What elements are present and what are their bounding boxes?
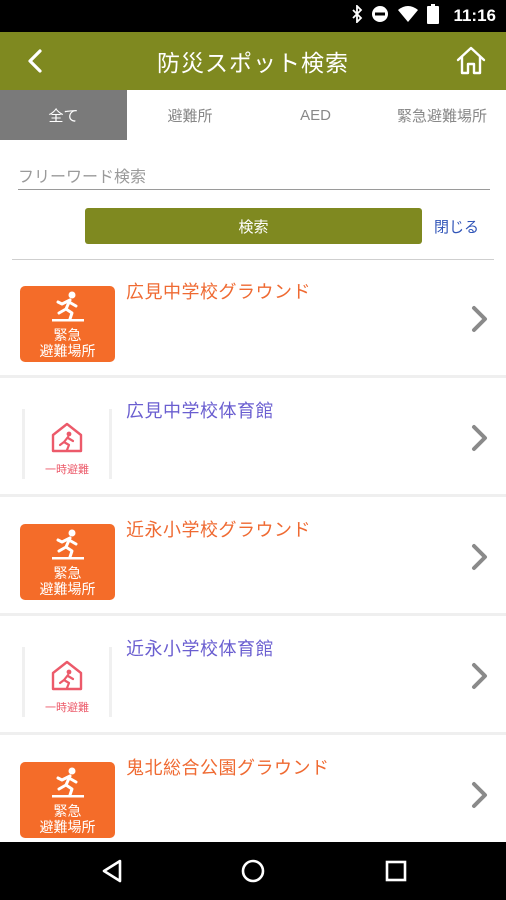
emergency-badge-line2: 避難場所 <box>39 344 96 360</box>
tab-shelter[interactable]: 避難所 <box>127 90 253 140</box>
temporary-evacuation-badge: 一時避難 <box>22 641 112 721</box>
tab-emergency-evacuation[interactable]: 緊急避難場所 <box>378 90 506 140</box>
home-button[interactable] <box>454 44 488 78</box>
status-time: 11:16 <box>453 6 496 25</box>
nav-back-icon <box>102 859 122 883</box>
system-nav-bar <box>0 842 506 900</box>
spot-name: 鬼北総合公園グラウンド <box>126 758 330 779</box>
tab-aed[interactable]: AED <box>253 90 378 140</box>
temporary-evacuation-badge: 一時避難 <box>22 403 112 483</box>
status-icons: 11:16 <box>351 0 496 32</box>
spot-list: 緊急 避難場所 広見中学校グラウンド 一時避難 広見中学校体育館 緊急 避難場所… <box>0 260 506 840</box>
app-bar: 防災スポット検索 <box>0 32 506 90</box>
chevron-right-icon <box>472 306 487 332</box>
list-item[interactable]: 一時避難 近永小学校体育館 <box>0 617 506 735</box>
spot-name: 近永小学校体育館 <box>126 639 274 660</box>
chevron-right-icon <box>472 544 487 570</box>
emergency-badge-line1: 緊急 <box>53 328 82 344</box>
temporary-badge-label: 一時避難 <box>45 463 89 476</box>
search-button[interactable]: 検索 <box>85 208 422 244</box>
running-person-icon <box>52 529 84 560</box>
search-input[interactable]: フリーワード検索 <box>18 160 490 190</box>
nav-recents-button[interactable] <box>382 857 410 885</box>
running-person-icon <box>52 291 84 322</box>
emergency-badge-line1: 緊急 <box>53 804 82 820</box>
list-item[interactable]: 緊急 避難場所 広見中学校グラウンド <box>0 260 506 378</box>
close-link[interactable]: 閉じる <box>434 216 479 237</box>
category-tabs: 全て 避難所 AED 緊急避難場所 <box>0 90 506 140</box>
do-not-disturb-icon <box>371 5 389 27</box>
tab-all[interactable]: 全て <box>0 90 127 140</box>
nav-back-button[interactable] <box>98 857 126 885</box>
home-icon <box>456 46 486 75</box>
chevron-right-icon <box>472 425 487 451</box>
spot-name: 近永小学校グラウンド <box>126 520 311 541</box>
emergency-badge: 緊急 避難場所 <box>20 524 115 600</box>
running-person-icon <box>52 767 84 798</box>
item-separator <box>0 613 506 616</box>
house-person-icon <box>51 660 83 691</box>
chevron-right-icon <box>472 782 487 808</box>
house-person-icon <box>51 422 83 453</box>
wifi-icon <box>397 5 419 27</box>
emergency-badge: 緊急 避難場所 <box>20 286 115 362</box>
emergency-badge-line1: 緊急 <box>53 566 82 582</box>
emergency-badge-line2: 避難場所 <box>39 820 96 836</box>
page-title: 防災スポット検索 <box>157 51 349 77</box>
nav-home-button[interactable] <box>239 857 267 885</box>
emergency-badge-line2: 避難場所 <box>39 582 96 598</box>
status-bar: 11:16 <box>0 0 506 32</box>
bluetooth-icon <box>351 3 363 27</box>
spot-name: 広見中学校グラウンド <box>126 282 311 303</box>
item-separator <box>0 375 506 378</box>
battery-icon <box>427 4 440 28</box>
list-item[interactable]: 一時避難 広見中学校体育館 <box>0 379 506 497</box>
spot-name: 広見中学校体育館 <box>126 401 274 422</box>
nav-home-icon <box>241 859 265 883</box>
item-separator <box>0 494 506 497</box>
list-item[interactable]: 緊急 避難場所 近永小学校グラウンド <box>0 498 506 616</box>
nav-recents-icon <box>385 860 407 882</box>
list-item[interactable]: 緊急 避難場所 鬼北総合公園グラウンド <box>0 736 506 840</box>
item-separator <box>0 732 506 735</box>
emergency-badge: 緊急 避難場所 <box>20 762 115 838</box>
temporary-badge-label: 一時避難 <box>45 701 89 714</box>
chevron-right-icon <box>472 663 487 689</box>
